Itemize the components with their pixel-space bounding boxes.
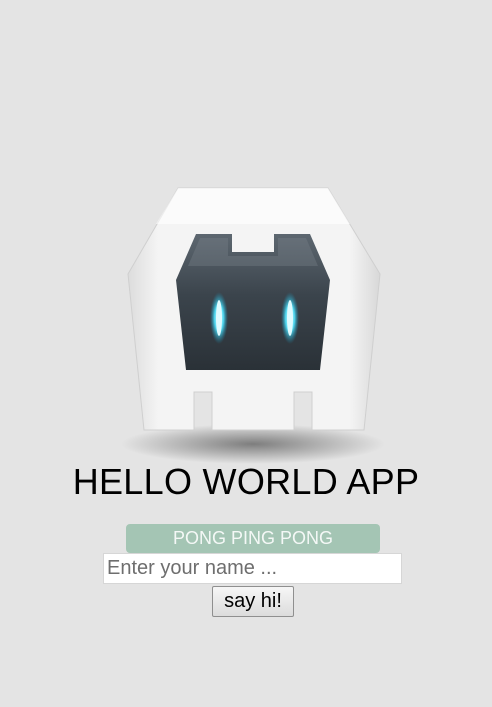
say-hi-button[interactable]: say hi! [212,586,294,617]
page-title: HELLO WORLD APP [72,461,420,502]
cordova-logo-icon [118,182,388,466]
name-input[interactable] [103,553,402,584]
event-status-badge: PONG PING PONG [126,524,380,553]
app-screen: HELLO WORLD APP PONG PING PONG say hi! [0,0,492,707]
